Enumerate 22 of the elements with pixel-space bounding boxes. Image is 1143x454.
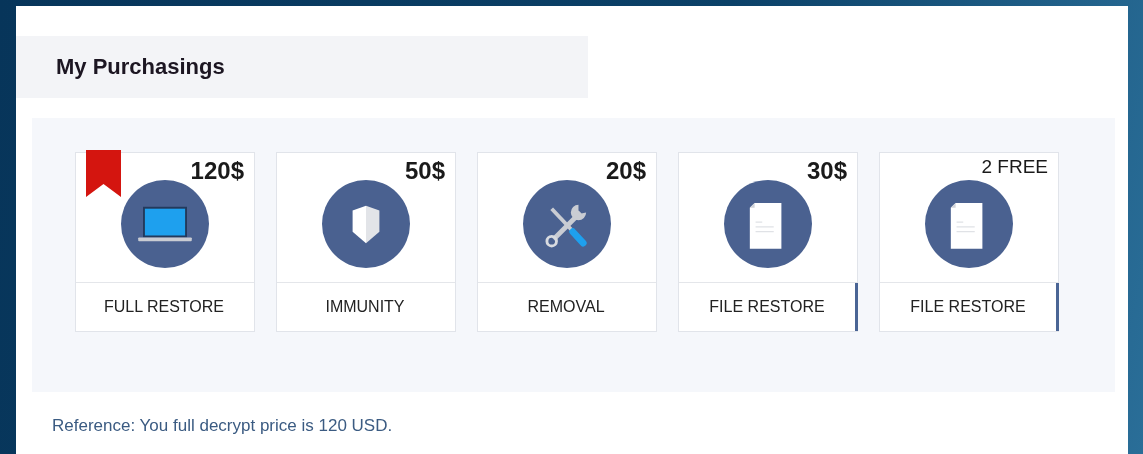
price-text: 2 FREE [981, 156, 1048, 178]
price-text: 120$ [190, 157, 244, 185]
reference-note: Reference: You full decrypt price is 120 USD. [52, 416, 393, 436]
wrench-and-screwdriver-icon [523, 180, 611, 268]
product-card[interactable]: 20$ REMOVAL [477, 152, 657, 332]
product-label: IMMUNITY [324, 297, 406, 317]
section-title: My Purchasings [56, 54, 225, 80]
laptop-icon [121, 180, 209, 268]
product-label: FULL RESTORE [103, 297, 225, 317]
document-icon [925, 180, 1013, 268]
product-label: FILE RESTORE [880, 283, 1059, 331]
product-card[interactable]: 2 FREE FILE RESTORE [879, 152, 1059, 332]
document-icon [724, 180, 812, 268]
product-label: REMOVAL [526, 297, 606, 317]
price-text: 50$ [404, 157, 445, 185]
product-label: FILE RESTORE [679, 283, 858, 331]
price-text: 20$ [605, 157, 646, 185]
price-text: 30$ [806, 157, 847, 185]
product-card[interactable]: 30$ FILE RESTORE [678, 152, 858, 332]
product-card[interactable]: 50$ IMMUNITY [276, 152, 456, 332]
shield-icon [322, 180, 410, 268]
product-card[interactable]: 120$ FULL RESTORE [75, 152, 255, 332]
